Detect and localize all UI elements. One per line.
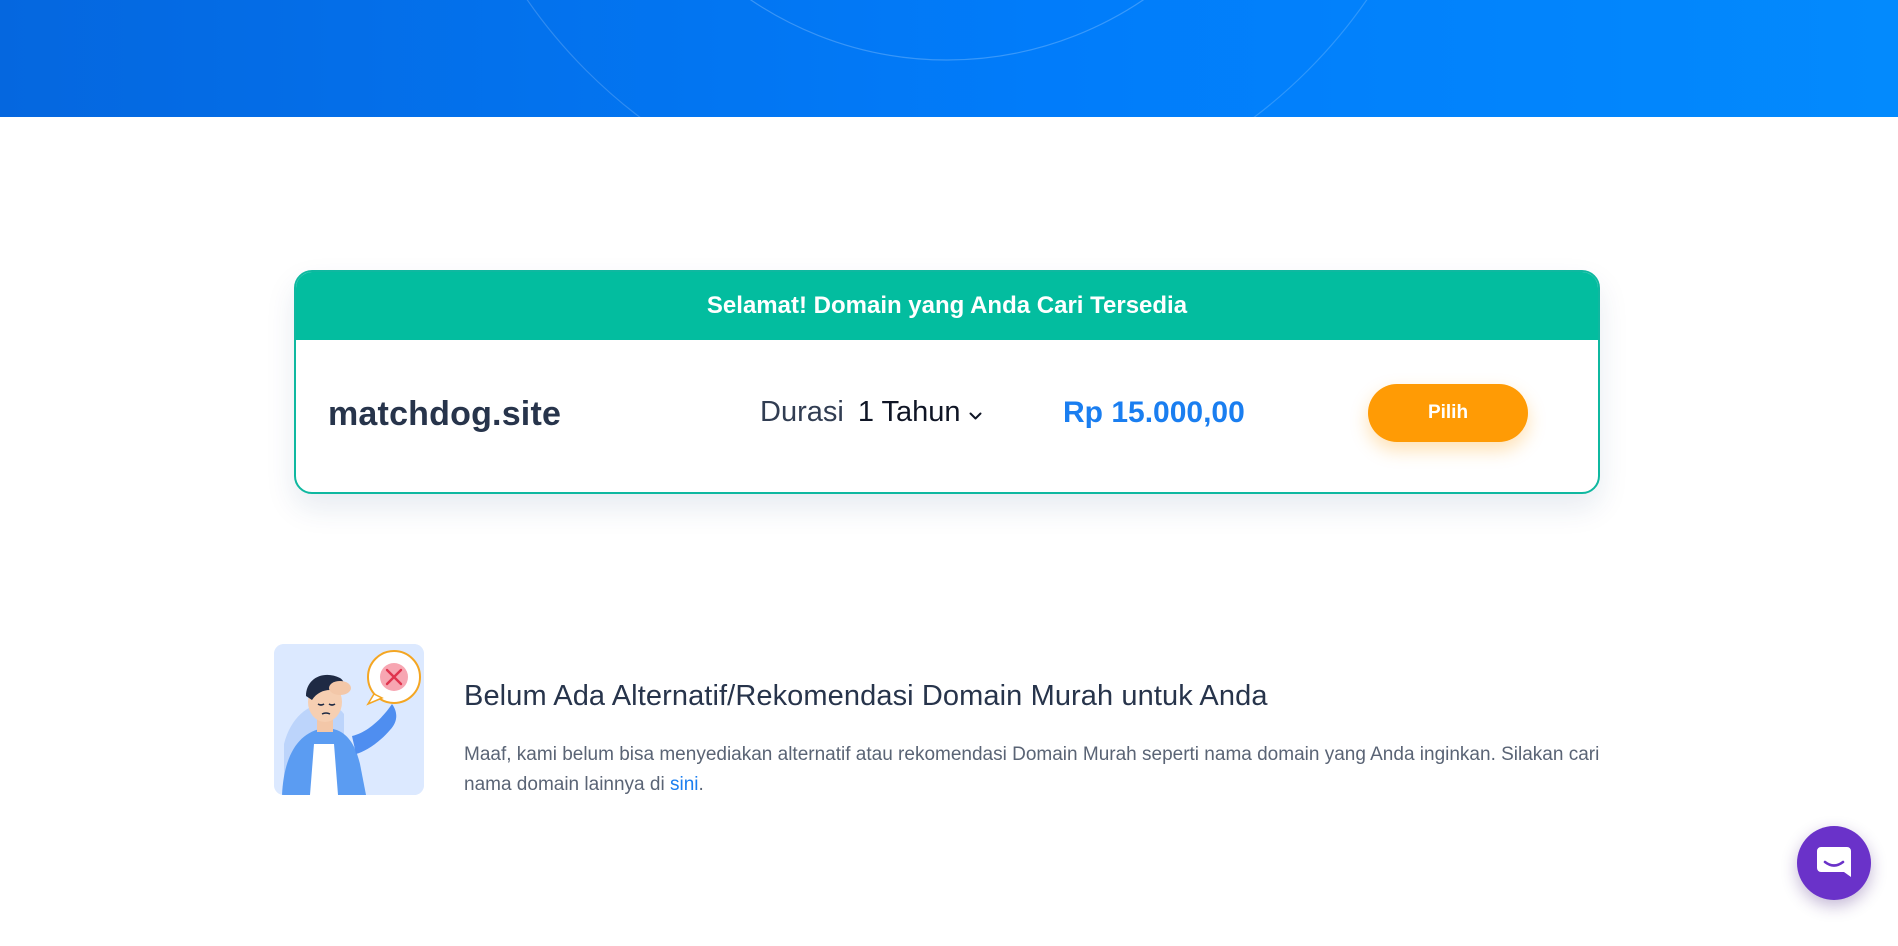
chat-bubble-icon (1814, 841, 1854, 886)
no-alternative-title: Belum Ada Alternatif/Rekomendasi Domain … (464, 680, 1268, 712)
duration-group: Durasi 1 Tahun (760, 396, 982, 429)
select-domain-button[interactable]: Pilih (1368, 384, 1528, 442)
domain-name: matchdog.site (328, 395, 562, 433)
chat-launcher-button[interactable] (1797, 826, 1871, 900)
no-alternative-text: Maaf, kami belum bisa menyediakan altern… (464, 744, 1600, 795)
availability-header: Selamat! Domain yang Anda Cari Tersedia (296, 272, 1598, 340)
search-again-link[interactable]: sini (670, 774, 699, 795)
availability-body: matchdog.site Durasi 1 Tahun Rp 15.000,0… (296, 340, 1598, 492)
duration-value: 1 Tahun (857, 396, 961, 428)
description-end: . (698, 774, 704, 795)
duration-label: Durasi (760, 396, 844, 428)
hero-banner (0, 0, 1898, 117)
domain-availability-card: Selamat! Domain yang Anda Cari Tersedia … (294, 270, 1600, 494)
duration-select[interactable]: 1 Tahun (858, 396, 982, 429)
domain-price: Rp 15.000,00 (1063, 396, 1245, 429)
page: Selamat! Domain yang Anda Cari Tersedia … (0, 0, 1898, 946)
hero-decoration (526, 0, 1368, 117)
no-alternative-description: Maaf, kami belum bisa menyediakan altern… (464, 740, 1624, 800)
chevron-down-icon (969, 396, 982, 429)
confused-person-illustration (274, 644, 424, 795)
